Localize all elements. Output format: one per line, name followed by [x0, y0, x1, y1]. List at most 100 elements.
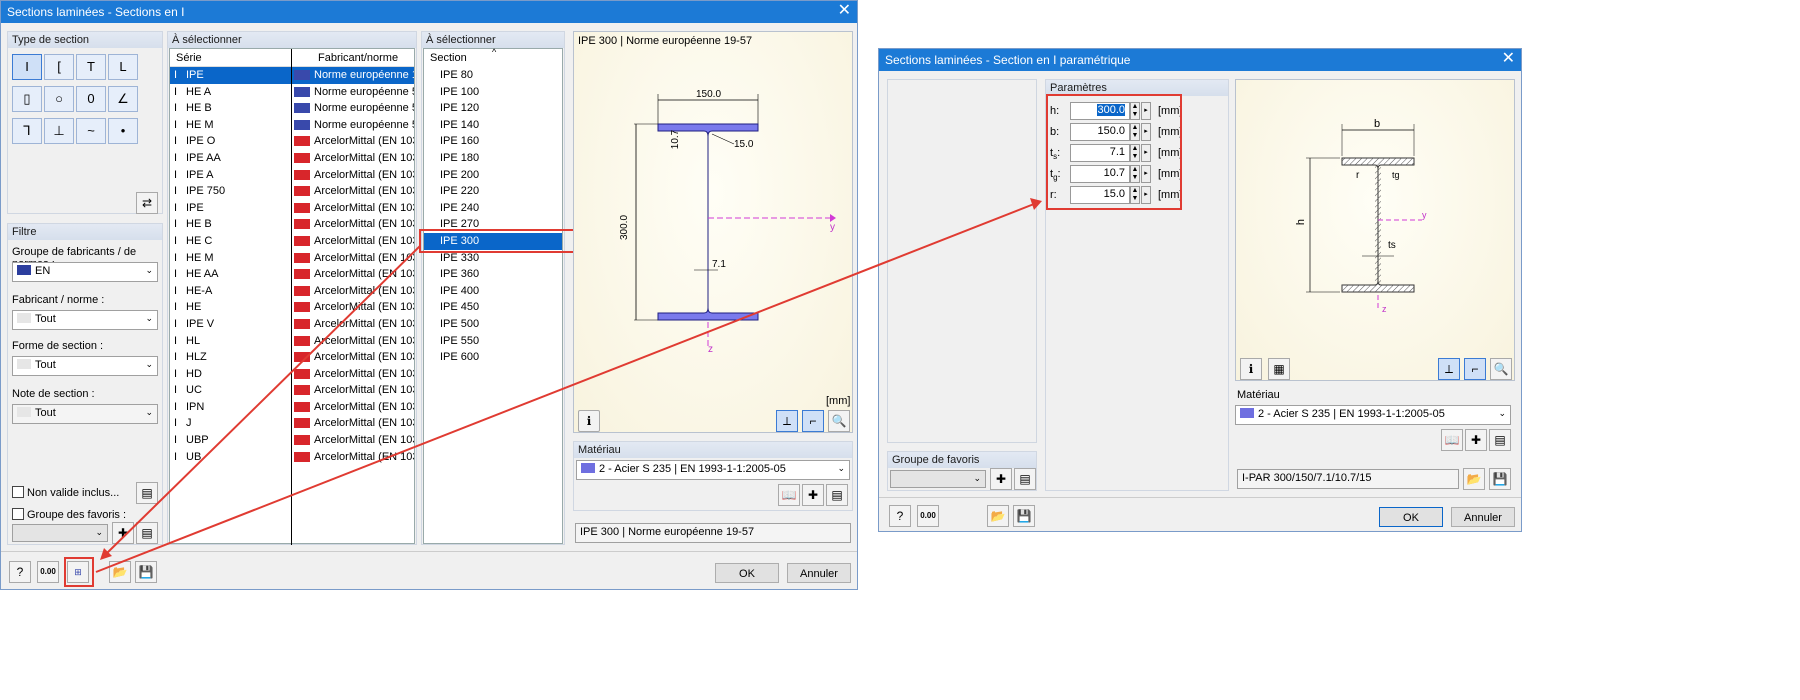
invalid-checkbox[interactable]: Non valide inclus...	[12, 486, 119, 499]
favorites-checkbox[interactable]: Groupe des favoris :	[12, 508, 126, 521]
new-material-icon[interactable]: ✚	[1465, 429, 1487, 451]
save-icon[interactable]: 💾	[135, 561, 157, 583]
open-folder-icon[interactable]: 📂	[1463, 468, 1485, 490]
close-icon[interactable]: ✕	[838, 2, 851, 20]
angle-icon[interactable]: ∠	[108, 86, 138, 112]
list-item[interactable]: IPE 200	[424, 167, 562, 184]
list-item[interactable]: IPE 160	[424, 133, 562, 150]
table-row[interactable]: Ι IPE O ArcelorMittal (EN 10365	[170, 133, 414, 150]
table-row[interactable]: Ι HE M ArcelorMittal (EN 10365	[170, 250, 414, 267]
table-row[interactable]: Ι HE M Norme européenne 53-€	[170, 117, 414, 134]
group-select[interactable]: EN ⌄	[12, 262, 158, 282]
help-icon[interactable]: ?	[889, 505, 911, 527]
edit-material-icon[interactable]: ▤	[1489, 429, 1511, 451]
edit-material-icon[interactable]: ▤	[826, 484, 848, 506]
zoom-icon[interactable]: 🔍	[1490, 358, 1512, 380]
new-material-icon[interactable]: ✚	[802, 484, 824, 506]
cancel-button[interactable]: Annuler	[1451, 507, 1515, 527]
axis-icon[interactable]: ⌐	[1464, 358, 1486, 380]
list-item[interactable]: IPE 220	[424, 183, 562, 200]
list-item[interactable]: IPE 240	[424, 200, 562, 217]
table-row[interactable]: Ι HE ArcelorMittal (EN 10365	[170, 299, 414, 316]
table-row[interactable]: Ι UB ArcelorMittal (EN 10365	[170, 449, 414, 466]
info-icon[interactable]: ℹ	[1240, 358, 1262, 380]
close-icon[interactable]: ✕	[1502, 50, 1515, 68]
list-item[interactable]: IPE 80	[424, 67, 562, 84]
i-section-icon[interactable]: Ι	[12, 54, 42, 80]
rect-hollow-icon[interactable]: ▯	[12, 86, 42, 112]
library-icon[interactable]: 📖	[778, 484, 800, 506]
table-row[interactable]: Ι HE AA ArcelorMittal (EN 10365	[170, 266, 414, 283]
swap-icon[interactable]: ⇄	[136, 192, 158, 214]
list-item[interactable]: IPE 140	[424, 117, 562, 134]
help-icon[interactable]: ?	[9, 561, 31, 583]
l-section-icon[interactable]: L	[108, 54, 138, 80]
list-item[interactable]: IPE 550	[424, 333, 562, 350]
table-row[interactable]: Ι HD ArcelorMittal (EN 10365	[170, 366, 414, 383]
table-row[interactable]: Ι IPE AA ArcelorMittal (EN 10365	[170, 150, 414, 167]
list-item[interactable]: IPE 400	[424, 283, 562, 300]
material-select[interactable]: 2 - Acier S 235 | EN 1993-1-1:2005-05 ⌄	[576, 460, 850, 480]
col-section[interactable]: Section	[430, 52, 467, 64]
add-favorite-icon[interactable]: ✚	[990, 468, 1012, 490]
table-row[interactable]: Ι HE C ArcelorMittal (EN 10365	[170, 233, 414, 250]
edit-favorite-icon[interactable]: ▤	[1014, 468, 1036, 490]
render-icon[interactable]: ▦	[1268, 358, 1290, 380]
dimension-icon[interactable]: ⟂	[1438, 358, 1460, 380]
rail-icon[interactable]: ⊥	[44, 118, 74, 144]
list-item[interactable]: IPE 180	[424, 150, 562, 167]
col-serie[interactable]: Série	[176, 52, 202, 64]
calculator-icon[interactable]: 0.00	[917, 505, 939, 527]
c-section-icon[interactable]: [	[44, 54, 74, 80]
bulb-icon[interactable]: •	[108, 118, 138, 144]
open-folder-icon[interactable]: 📂	[987, 505, 1009, 527]
list-item[interactable]: IPE 100	[424, 84, 562, 101]
table-row[interactable]: Ι HL ArcelorMittal (EN 10365	[170, 333, 414, 350]
save-icon[interactable]: 💾	[1013, 505, 1035, 527]
ok-button[interactable]: OK	[1379, 507, 1443, 527]
list-item[interactable]: IPE 600	[424, 349, 562, 366]
edit-favorite-icon[interactable]: ▤	[136, 522, 158, 544]
z-section-icon[interactable]: Ꞁ	[12, 118, 42, 144]
table-row[interactable]: Ι IPE 750 ArcelorMittal (EN 10365	[170, 183, 414, 200]
sheet-pile-icon[interactable]: ~	[76, 118, 106, 144]
oval-hollow-icon[interactable]: 0	[76, 86, 106, 112]
ok-button[interactable]: OK	[715, 563, 779, 583]
table-row[interactable]: Ι UC ArcelorMittal (EN 10365	[170, 382, 414, 399]
table-row[interactable]: Ι HLZ ArcelorMittal (EN 10365	[170, 349, 414, 366]
cancel-button[interactable]: Annuler	[787, 563, 851, 583]
table-row[interactable]: Ι IPN ArcelorMittal (EN 10365	[170, 399, 414, 416]
axis-icon[interactable]: ⌐	[802, 410, 824, 432]
list-item[interactable]: IPE 500	[424, 316, 562, 333]
table-row[interactable]: ΙJ ArcelorMittal (EN 10365	[170, 415, 414, 432]
library-icon[interactable]: 📖	[1441, 429, 1463, 451]
save-icon[interactable]: 💾	[1489, 468, 1511, 490]
list-item[interactable]: IPE 450	[424, 299, 562, 316]
table-row[interactable]: Ι HE B Norme européenne 53-€	[170, 100, 414, 117]
col-maker[interactable]: Fabricant/norme	[318, 52, 398, 64]
open-folder-icon[interactable]: 📂	[109, 561, 131, 583]
list-item[interactable]: IPE 360	[424, 266, 562, 283]
table-row[interactable]: Ι HE B ArcelorMittal (EN 10365	[170, 216, 414, 233]
table-row[interactable]: Ι IPE A ArcelorMittal (EN 10365	[170, 167, 414, 184]
favorites-select[interactable]: ⌄	[12, 524, 108, 542]
table-row[interactable]: Ι IPE ArcelorMittal (EN 10365	[170, 200, 414, 217]
favorites-select[interactable]: ⌄	[890, 470, 986, 488]
table-row[interactable]: Ι HE A Norme européenne 53-€	[170, 84, 414, 101]
t-section-icon[interactable]: T	[76, 54, 106, 80]
circle-hollow-icon[interactable]: ○	[44, 86, 74, 112]
info-icon[interactable]: ℹ	[578, 410, 600, 432]
table-row[interactable]: Ι UBP ArcelorMittal (EN 10365	[170, 432, 414, 449]
zoom-icon[interactable]: 🔍	[828, 410, 850, 432]
table-row[interactable]: Ι IPE Norme européenne 19-	[170, 67, 414, 84]
list-item[interactable]: IPE 120	[424, 100, 562, 117]
table-row[interactable]: Ι IPE V ArcelorMittal (EN 10365	[170, 316, 414, 333]
dimension-icon[interactable]: ⟂	[776, 410, 798, 432]
add-favorite-icon[interactable]: ✚	[112, 522, 134, 544]
calculator-icon[interactable]: 0.00	[37, 561, 59, 583]
shape-select[interactable]: Tout ⌄	[12, 356, 158, 376]
table-row[interactable]: Ι HE-A ArcelorMittal (EN 10365	[170, 283, 414, 300]
note-select[interactable]: Tout ⌄	[12, 404, 158, 424]
edit-icon[interactable]: ▤	[136, 482, 158, 504]
maker-select[interactable]: Tout ⌄	[12, 310, 158, 330]
